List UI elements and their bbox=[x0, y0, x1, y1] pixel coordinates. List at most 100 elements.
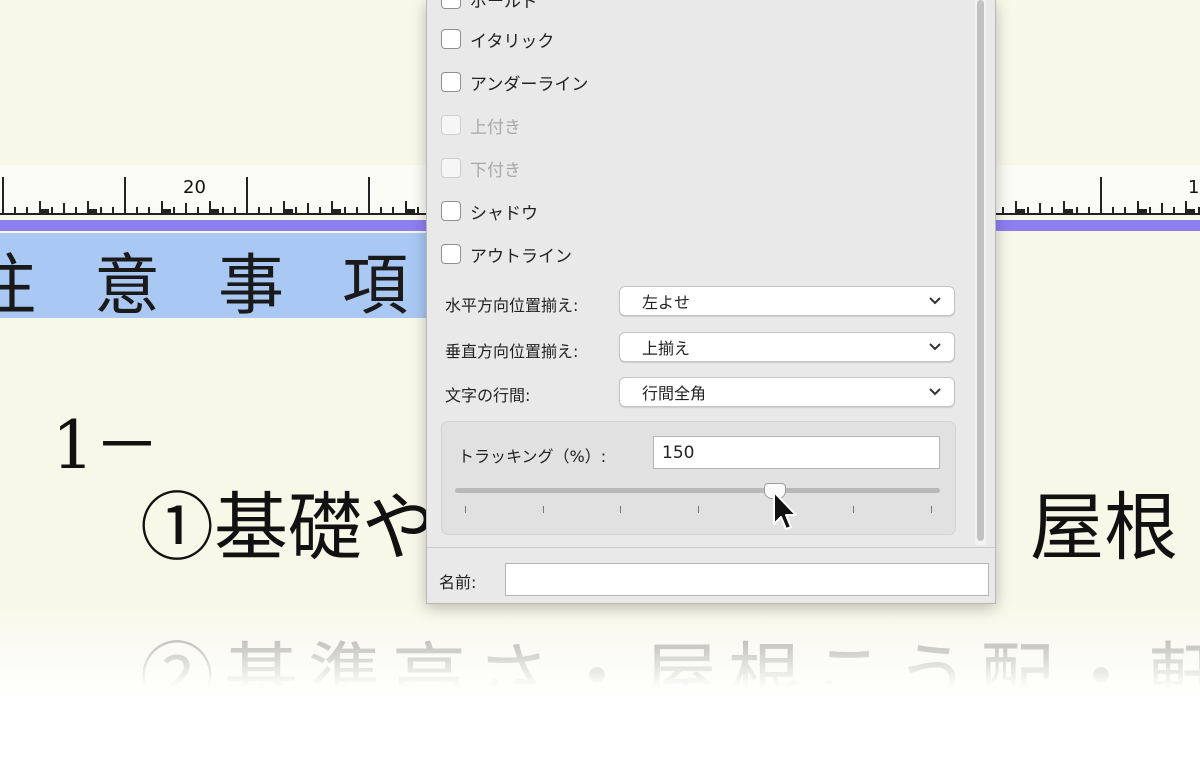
line-spacing-label: 文字の行間: bbox=[445, 386, 531, 405]
ruler-tick bbox=[1161, 203, 1163, 213]
ruler-tick bbox=[1075, 207, 1078, 213]
name-label: 名前: bbox=[439, 573, 477, 592]
panel-scrollbar-thumb[interactable] bbox=[977, 0, 984, 541]
text-style-panel: ボールド イタリック アンダーライン 上付き 下付き シャドウ アウトライン 水… bbox=[426, 0, 996, 604]
ruler-tick bbox=[233, 207, 236, 213]
ruler-tick bbox=[160, 209, 171, 213]
ruler-tick bbox=[404, 209, 415, 213]
checkbox-subscript: 下付き bbox=[441, 155, 521, 181]
ruler-tick bbox=[1136, 209, 1147, 213]
ruler-tick bbox=[282, 209, 293, 213]
panel-divider bbox=[427, 547, 995, 548]
ruler-tick bbox=[1124, 207, 1127, 213]
document-heading[interactable]: 注意事項 bbox=[0, 232, 466, 328]
ruler-tick bbox=[1026, 207, 1029, 213]
ruler-tick bbox=[307, 203, 309, 213]
slider-tick bbox=[620, 506, 622, 513]
ruler-tick bbox=[258, 207, 261, 213]
checkbox-icon[interactable] bbox=[441, 72, 461, 92]
checkbox-label: 上付き bbox=[470, 117, 521, 138]
ruler-tick bbox=[355, 207, 358, 213]
ruler-number: 1 bbox=[1188, 177, 1200, 198]
tracking-label: トラッキング（%）: bbox=[458, 447, 607, 466]
slider-tick bbox=[465, 506, 466, 513]
ruler-tick bbox=[38, 209, 49, 213]
slider-tick bbox=[698, 506, 699, 513]
ruler-tick bbox=[26, 207, 29, 213]
ruler-tick bbox=[63, 203, 65, 213]
document-line[interactable]: 屋根 bbox=[1030, 468, 1178, 575]
horizontal-align-label: 水平方向位置揃え: bbox=[445, 296, 579, 315]
checkbox-label: 下付き bbox=[470, 160, 521, 181]
ruler-tick bbox=[1185, 209, 1196, 213]
select-value: 左よせ bbox=[642, 293, 691, 312]
checkbox-icon[interactable] bbox=[441, 29, 461, 49]
checkbox-icon[interactable] bbox=[441, 244, 461, 264]
mouse-pointer-icon bbox=[773, 491, 797, 530]
ruler-tick bbox=[1051, 207, 1054, 213]
ruler-tick bbox=[1063, 209, 1074, 213]
ruler-tick bbox=[1087, 207, 1090, 213]
slider-tick bbox=[853, 506, 855, 513]
ruler-tick bbox=[136, 207, 139, 213]
ruler-tick bbox=[331, 209, 342, 213]
checkbox-underline[interactable]: アンダーライン bbox=[441, 69, 588, 95]
checkbox-label: アンダーライン bbox=[470, 74, 589, 95]
name-input[interactable] bbox=[505, 563, 989, 596]
ruler-tick bbox=[14, 207, 17, 213]
checkbox-superscript: 上付き bbox=[441, 112, 521, 138]
ruler-tick bbox=[319, 207, 322, 213]
horizontal-align-select[interactable]: 左よせ bbox=[619, 286, 955, 316]
ruler-tick bbox=[380, 207, 383, 213]
line-spacing-select[interactable]: 行間全角 bbox=[619, 377, 955, 407]
checkbox-outline[interactable]: アウトライン bbox=[441, 241, 572, 267]
ruler-tick bbox=[343, 207, 346, 213]
checkbox-shadow[interactable]: シャドウ bbox=[441, 198, 538, 224]
ruler-tick bbox=[368, 177, 370, 213]
ruler-tick bbox=[50, 207, 53, 213]
ruler-tick bbox=[1197, 207, 1200, 213]
ruler-tick bbox=[99, 207, 102, 213]
checkbox-label: ボールド bbox=[470, 0, 538, 12]
checkbox-icon[interactable] bbox=[441, 0, 461, 9]
ruler-tick bbox=[1100, 177, 1102, 213]
chevron-down-icon bbox=[929, 388, 941, 396]
ruler-tick bbox=[1148, 207, 1151, 213]
document-line[interactable]: ②基準高さ・屋根こう配・軒 bbox=[140, 618, 1200, 725]
select-value: 行間全角 bbox=[642, 384, 707, 403]
select-value: 上揃え bbox=[642, 339, 691, 358]
ruler-tick bbox=[392, 207, 395, 213]
checkbox-bold[interactable]: ボールド bbox=[441, 0, 538, 12]
tracking-group: トラッキング（%）: 150 bbox=[441, 421, 956, 535]
ruler-tick bbox=[270, 207, 273, 213]
checkbox-icon bbox=[441, 115, 461, 135]
checkbox-label: シャドウ bbox=[470, 203, 538, 224]
ruler-tick bbox=[1039, 203, 1041, 213]
ruler-tick bbox=[185, 203, 187, 213]
slider-tick bbox=[931, 506, 932, 513]
vertical-align-select[interactable]: 上揃え bbox=[619, 332, 955, 362]
ruler-tick bbox=[246, 177, 248, 213]
ruler-tick bbox=[197, 207, 200, 213]
chevron-down-icon bbox=[929, 343, 941, 351]
checkbox-label: イタリック bbox=[470, 31, 555, 52]
ruler-number: 20 bbox=[183, 177, 206, 198]
ruler-tick bbox=[416, 207, 419, 213]
ruler-tick bbox=[1173, 207, 1176, 213]
tracking-input[interactable]: 150 bbox=[653, 436, 940, 469]
slider-tick bbox=[542, 506, 544, 513]
checkbox-icon bbox=[441, 158, 461, 178]
ruler-tick bbox=[1112, 207, 1115, 213]
checkbox-italic[interactable]: イタリック bbox=[441, 26, 554, 52]
ruler-tick bbox=[294, 207, 297, 213]
checkbox-label: アウトライン bbox=[470, 246, 572, 267]
tracking-slider-track[interactable] bbox=[455, 488, 940, 493]
checkbox-icon[interactable] bbox=[441, 201, 461, 221]
ruler-tick bbox=[111, 207, 114, 213]
document-line[interactable]: ①基礎や bbox=[140, 468, 436, 575]
ruler-tick bbox=[148, 207, 151, 213]
ruler-tick bbox=[75, 207, 78, 213]
ruler-tick bbox=[1002, 207, 1005, 213]
chevron-down-icon bbox=[929, 297, 941, 305]
ruler-tick bbox=[87, 209, 98, 213]
